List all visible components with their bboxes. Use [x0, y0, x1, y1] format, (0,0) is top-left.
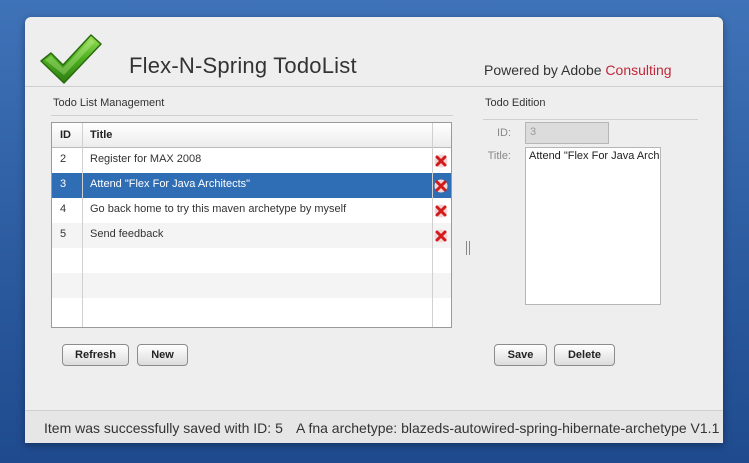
table-row[interactable]: 2 Register for MAX 2008	[52, 148, 451, 173]
edit-panel-title: Todo Edition	[485, 97, 546, 109]
column-header-id[interactable]: ID	[60, 129, 71, 141]
powered-prefix: Powered by Adobe	[484, 62, 602, 78]
archetype-info: A fna archetype: blazeds-autowired-sprin…	[296, 420, 720, 436]
list-panel-rule	[51, 115, 453, 116]
powered-by-text: Powered by Adobe Consulting	[484, 62, 672, 78]
red-x-delete-icon[interactable]	[434, 229, 448, 243]
red-x-delete-icon[interactable]	[434, 204, 448, 218]
table-row[interactable]: 4 Go back home to try this maven archety…	[52, 198, 451, 223]
row-title: Register for MAX 2008	[90, 153, 202, 165]
id-field: 3	[525, 122, 609, 144]
new-button[interactable]: New	[137, 344, 188, 366]
id-label: ID:	[496, 127, 511, 139]
empty-row	[52, 248, 451, 273]
red-x-delete-icon[interactable]	[434, 179, 448, 193]
app-title: Flex-N-Spring TodoList	[129, 53, 357, 78]
row-id: 5	[60, 228, 67, 240]
status-bar: Item was successfully saved with ID: 5 A…	[25, 410, 723, 443]
save-button[interactable]: Save	[494, 344, 547, 366]
refresh-button[interactable]: Refresh	[62, 344, 129, 366]
green-checkmark-icon	[40, 34, 102, 84]
edit-panel-rule	[483, 119, 698, 120]
todo-grid[interactable]: ID Title 2 Register for MAX 2008 3 Atten…	[51, 122, 452, 328]
empty-row	[52, 273, 451, 298]
grid-header: ID Title	[52, 123, 451, 148]
title-label: Title:	[487, 150, 511, 162]
status-message: Item was successfully saved with ID: 5	[44, 420, 283, 436]
row-id: 4	[60, 203, 67, 215]
delete-button[interactable]: Delete	[554, 344, 615, 366]
title-textarea[interactable]: Attend "Flex For Java Architects"	[525, 147, 661, 305]
column-divider	[82, 123, 83, 327]
row-title: Go back home to try this maven archetype…	[90, 203, 347, 215]
app-window: Flex-N-Spring TodoList Powered by Adobe …	[25, 17, 723, 443]
header: Flex-N-Spring TodoList Powered by Adobe …	[25, 17, 723, 87]
table-row[interactable]: 5 Send feedback	[52, 223, 451, 248]
red-x-delete-icon[interactable]	[434, 154, 448, 168]
row-title: Attend "Flex For Java Architects"	[90, 178, 251, 190]
panel-divider-handle[interactable]	[466, 241, 472, 255]
column-header-title[interactable]: Title	[90, 129, 112, 141]
column-divider	[432, 123, 433, 327]
row-title: Send feedback	[90, 228, 164, 240]
header-divider	[25, 86, 723, 87]
list-panel-title: Todo List Management	[53, 97, 165, 109]
table-row-selected[interactable]: 3 Attend "Flex For Java Architects"	[52, 173, 451, 198]
powered-accent: Consulting	[605, 62, 672, 78]
empty-row	[52, 298, 451, 323]
row-id: 3	[60, 178, 67, 190]
row-id: 2	[60, 153, 67, 165]
